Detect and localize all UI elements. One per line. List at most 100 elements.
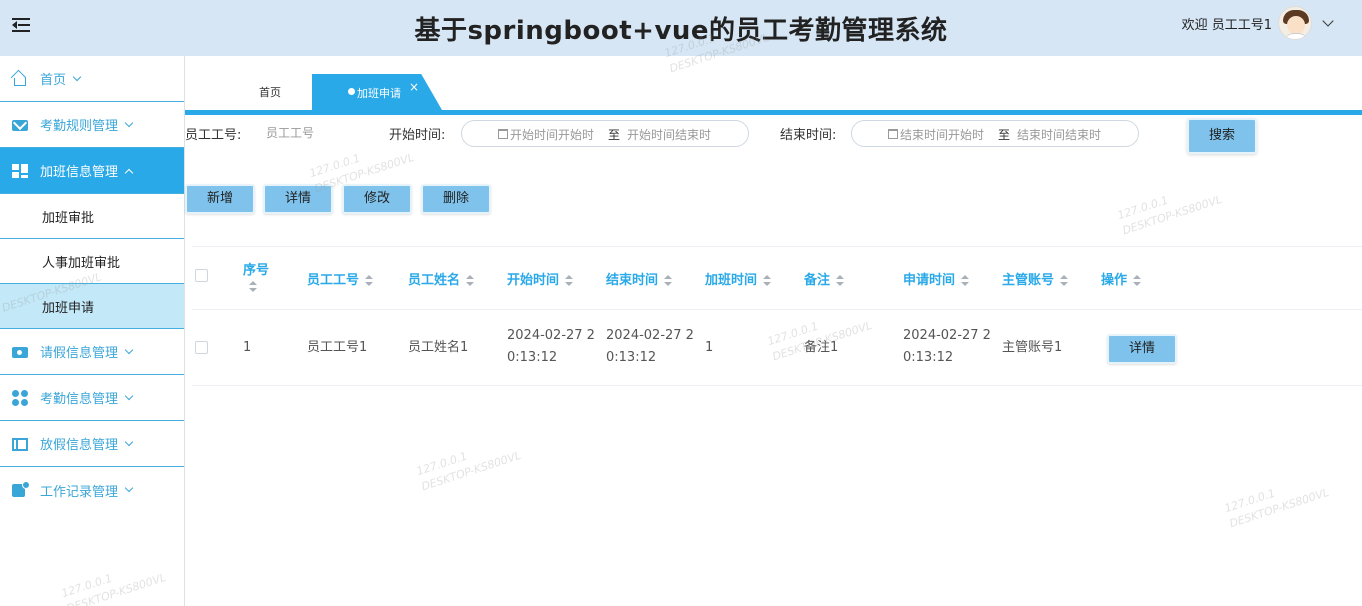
column-header-start-time[interactable]: 开始时间 bbox=[507, 269, 574, 288]
search-button[interactable]: 搜索 bbox=[1187, 118, 1257, 154]
start-time-from[interactable]: 开始时间开始时 bbox=[510, 126, 594, 143]
mail-icon bbox=[12, 117, 28, 133]
sidebar-item-label: 加班信息管理 bbox=[40, 165, 119, 180]
tab-home[interactable]: 首页 bbox=[225, 84, 315, 110]
column-header-actions[interactable]: 操作 bbox=[1101, 269, 1142, 288]
cell-start-time: 2024-02-27 2 0:13:12 bbox=[507, 328, 595, 365]
column-header-manager[interactable]: 主管账号 bbox=[1002, 269, 1069, 288]
sidebar-subitem-hr-overtime-approval[interactable]: 人事加班审批 bbox=[0, 239, 184, 284]
column-header-emp-name[interactable]: 员工姓名 bbox=[408, 269, 475, 288]
tab-underline bbox=[185, 110, 1362, 115]
sort-icon bbox=[565, 274, 574, 287]
range-separator: 至 bbox=[998, 128, 1011, 142]
sidebar-item-home[interactable]: 首页 bbox=[0, 56, 184, 102]
chevron-down-icon bbox=[124, 437, 134, 446]
active-dot-icon bbox=[348, 88, 355, 95]
end-time-label: 结束时间: bbox=[780, 128, 837, 143]
range-separator: 至 bbox=[608, 128, 621, 142]
column-header-index[interactable]: 序号 bbox=[243, 259, 269, 293]
row-checkbox[interactable] bbox=[195, 341, 208, 354]
cell-overtime: 1 bbox=[705, 340, 714, 355]
start-time-label: 开始时间: bbox=[389, 128, 446, 143]
welcome-text: 欢迎 员工工号1 bbox=[1181, 17, 1272, 33]
column-header-overtime[interactable]: 加班时间 bbox=[705, 269, 772, 288]
tab-label: 加班申请 bbox=[357, 87, 401, 100]
sidebar: 首页 考勤规则管理 加班信息管理 加班审批 人事加班审批 加班申请 请假信息管理… bbox=[0, 56, 185, 606]
cell-emp-no: 员工工号1 bbox=[307, 340, 368, 355]
chevron-down-icon bbox=[72, 72, 82, 81]
user-avatar[interactable] bbox=[1278, 6, 1312, 40]
chevron-down-icon bbox=[124, 118, 134, 127]
sidebar-item-label: 考勤信息管理 bbox=[40, 392, 119, 407]
end-time-range[interactable]: 结束时间开始时 至 结束时间结束时 bbox=[851, 120, 1139, 147]
end-time-to[interactable]: 结束时间结束时 bbox=[1017, 126, 1101, 143]
detail-button[interactable]: 详情 bbox=[263, 184, 333, 214]
emp-no-input[interactable]: 员工工号 bbox=[266, 124, 314, 141]
book-icon bbox=[12, 436, 28, 452]
start-time-range[interactable]: 开始时间开始时 至 开始时间结束时 bbox=[461, 120, 749, 147]
sort-icon bbox=[466, 274, 475, 287]
sort-icon bbox=[249, 280, 257, 293]
row-detail-button[interactable]: 详情 bbox=[1107, 334, 1177, 364]
card-icon bbox=[12, 344, 28, 360]
sidebar-item-label: 考勤规则管理 bbox=[40, 119, 119, 134]
cell-index: 1 bbox=[243, 340, 252, 355]
sidebar-item-label: 首页 bbox=[40, 73, 67, 88]
end-time-from[interactable]: 结束时间开始时 bbox=[900, 126, 984, 143]
top-header: 基于springboot+vue的员工考勤管理系统 欢迎 员工工号1 bbox=[0, 0, 1362, 56]
chevron-up-icon bbox=[124, 168, 134, 177]
cell-remark: 备注1 bbox=[804, 340, 839, 355]
user-menu[interactable]: 欢迎 员工工号1 bbox=[1181, 6, 1334, 40]
calendar-icon bbox=[888, 129, 898, 139]
tab-bar: 首页 加班申请 × bbox=[185, 74, 1362, 110]
column-header-end-time[interactable]: 结束时间 bbox=[606, 269, 673, 288]
dots-icon bbox=[12, 389, 28, 406]
sidebar-item-overtime[interactable]: 加班信息管理 bbox=[0, 148, 184, 194]
sidebar-item-leave[interactable]: 请假信息管理 bbox=[0, 329, 184, 375]
column-header-remark[interactable]: 备注 bbox=[804, 269, 845, 288]
sort-icon bbox=[664, 274, 673, 287]
sort-icon bbox=[763, 274, 772, 287]
overtime-table: 序号 员工工号 员工姓名 开始时间 结束时间 加班时间 备注 申请时间 主管账号… bbox=[192, 246, 1362, 386]
column-header-emp-no[interactable]: 员工工号 bbox=[307, 269, 374, 288]
cell-apply-time: 2024-02-27 2 0:13:12 bbox=[903, 328, 991, 365]
add-button[interactable]: 新增 bbox=[185, 184, 255, 214]
sidebar-subitem-overtime-approval[interactable]: 加班审批 bbox=[0, 194, 184, 239]
sidebar-item-work-records[interactable]: 工作记录管理 bbox=[0, 467, 184, 513]
sidebar-item-holiday[interactable]: 放假信息管理 bbox=[0, 421, 184, 467]
sort-icon bbox=[1060, 274, 1069, 287]
close-icon[interactable]: × bbox=[409, 80, 419, 94]
chevron-down-icon bbox=[124, 345, 134, 354]
emp-no-label: 员工工号: bbox=[185, 128, 242, 143]
sidebar-item-label: 请假信息管理 bbox=[40, 346, 119, 361]
dashboard-icon bbox=[12, 163, 28, 179]
chevron-down-icon bbox=[124, 391, 134, 400]
sort-icon bbox=[961, 274, 970, 287]
main-content: 首页 加班申请 × 员工工号: 员工工号 开始时间: 开始时间开始时 至 开始时… bbox=[185, 56, 1362, 606]
select-all-checkbox[interactable] bbox=[195, 269, 208, 282]
cell-end-time: 2024-02-27 2 0:13:12 bbox=[606, 328, 694, 365]
chevron-down-icon bbox=[124, 483, 134, 493]
table-header: 序号 员工工号 员工姓名 开始时间 结束时间 加班时间 备注 申请时间 主管账号… bbox=[192, 247, 1362, 310]
sidebar-subitem-overtime-application[interactable]: 加班申请 bbox=[0, 284, 184, 329]
sidebar-item-label: 工作记录管理 bbox=[40, 484, 119, 500]
sort-icon bbox=[836, 274, 845, 287]
sidebar-item-attendance[interactable]: 考勤信息管理 bbox=[0, 375, 184, 421]
sidebar-item-attendance-rules[interactable]: 考勤规则管理 bbox=[0, 102, 184, 148]
table-row: 1 员工工号1 员工姓名1 2024-02-27 2 0:13:12 2024-0… bbox=[192, 310, 1362, 386]
note-icon bbox=[12, 481, 30, 498]
cell-manager: 主管账号1 bbox=[1002, 340, 1063, 355]
sort-icon bbox=[365, 274, 374, 287]
column-header-apply-time[interactable]: 申请时间 bbox=[903, 269, 970, 288]
delete-button[interactable]: 删除 bbox=[421, 184, 491, 214]
start-time-to[interactable]: 开始时间结束时 bbox=[627, 126, 711, 143]
page-title: 基于springboot+vue的员工考勤管理系统 bbox=[414, 16, 948, 46]
sidebar-item-label: 放假信息管理 bbox=[40, 438, 119, 453]
chevron-down-icon[interactable] bbox=[1322, 15, 1334, 27]
sort-icon bbox=[1133, 274, 1142, 287]
tab-overtime-application[interactable]: 加班申请 × bbox=[312, 74, 442, 110]
edit-button[interactable]: 修改 bbox=[342, 184, 412, 214]
search-form: 员工工号: 员工工号 开始时间: 开始时间开始时 至 开始时间结束时 结束时间:… bbox=[185, 118, 1362, 158]
calendar-icon bbox=[498, 129, 508, 139]
cell-emp-name: 员工姓名1 bbox=[408, 340, 469, 355]
